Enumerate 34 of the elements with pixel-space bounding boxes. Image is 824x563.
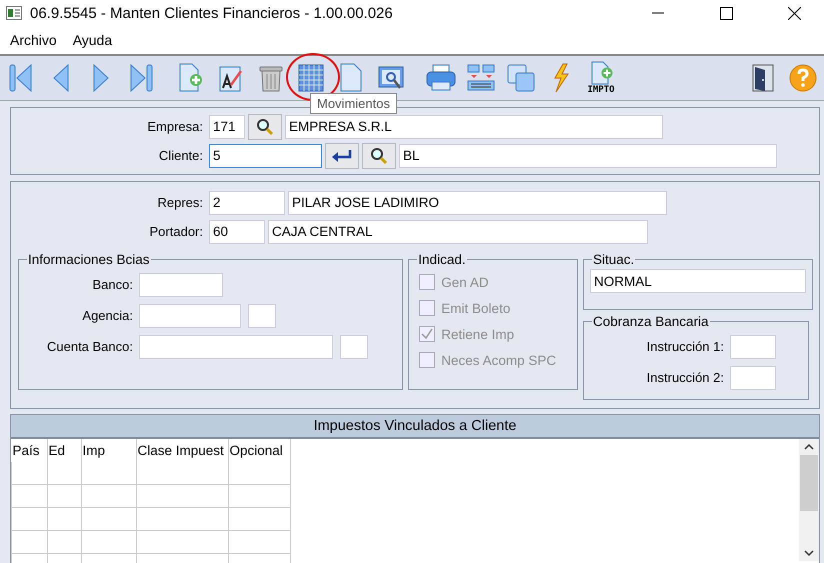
group-title: Situac. [592, 252, 636, 267]
status-field[interactable]: NORMAL [590, 269, 806, 293]
field-label: Repres: [156, 195, 204, 210]
window-title: 06.9.5545 - Manten Clientes Financieros - 1.00.00.026 [30, 4, 394, 22]
field-label: Instrucción 1: [646, 339, 725, 354]
field-label: Empresa: [146, 119, 204, 134]
field-label: Instrucción 2: [646, 370, 725, 385]
column-header[interactable]: Opcional [228, 439, 290, 462]
name-field[interactable]: PILAR JOSE LADIMIRO [288, 190, 667, 214]
menu-item[interactable]: Ayuda [64, 32, 120, 48]
field-label: Cuenta Banco: [46, 339, 134, 354]
field-label: Cliente: [158, 148, 204, 163]
field-label: Agencia: [81, 308, 134, 323]
name-field[interactable]: CAJA CENTRAL [268, 220, 648, 244]
code-field[interactable]: 60 [209, 220, 265, 244]
code-field[interactable]: 2 [209, 190, 285, 214]
column-header[interactable]: Imp [81, 439, 136, 462]
impto-label: IMPTO [587, 85, 615, 95]
field-label: Portador: [148, 224, 204, 239]
menu-item[interactable]: Archivo [2, 32, 65, 48]
field-label: Banco: [92, 277, 134, 292]
column-header[interactable]: Clase Impuest [136, 439, 228, 462]
group-title: Cobranza Bancaria [592, 314, 710, 329]
column-header[interactable]: País [12, 439, 47, 462]
name-field[interactable]: EMPRESA S.R.L [285, 114, 663, 138]
grid-title: Impuestos Vinculados a Cliente [11, 415, 819, 439]
code-field[interactable]: 5 [209, 144, 322, 168]
toolbar-button[interactable]: IMPTO [584, 59, 618, 97]
code-field[interactable]: 171 [209, 114, 245, 138]
column-header[interactable]: Ed [47, 439, 81, 462]
tooltip: Movimientos [310, 93, 397, 114]
group-title: Indicad. [417, 252, 467, 267]
name-field[interactable]: BL [399, 144, 777, 168]
group-title: Informaciones Bcias [27, 252, 151, 267]
